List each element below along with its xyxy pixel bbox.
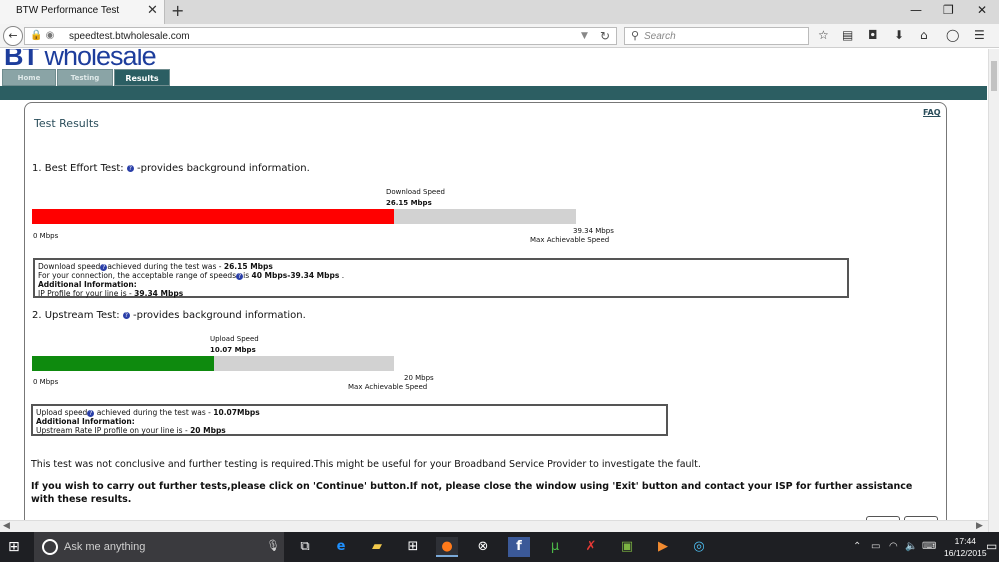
task-view-icon[interactable]: ⧉: [294, 537, 316, 557]
upload-speed-label: Upload Speed: [210, 335, 259, 343]
upload-speed-value: 10.07 Mbps: [210, 346, 256, 354]
file-explorer-icon[interactable]: ▰: [366, 537, 388, 557]
header-bar: [0, 86, 987, 100]
pocket-icon[interactable]: ◘: [868, 28, 878, 42]
volume-icon[interactable]: 🔈: [905, 541, 917, 552]
scroll-left-icon[interactable]: ◀: [3, 521, 10, 531]
notifications-icon[interactable]: ▭: [986, 539, 997, 553]
cortana-placeholder: Ask me anything: [64, 541, 146, 553]
restore-button[interactable]: ❐: [943, 3, 954, 17]
download-speed-label: Download Speed: [386, 188, 445, 196]
tab-close-icon[interactable]: ✕: [147, 3, 158, 18]
download-info-line-2: For your connection, the acceptable rang…: [38, 271, 345, 280]
tray-expand-icon[interactable]: ⌃: [853, 541, 861, 552]
download-speed-bar: [32, 209, 576, 224]
firefox-icon[interactable]: ●: [436, 537, 458, 557]
site-identity-icon[interactable]: 🔒 ◉: [30, 30, 54, 41]
facebook-icon[interactable]: f: [508, 537, 530, 557]
nav-tab-results[interactable]: Results: [114, 69, 170, 86]
search-placeholder: Search: [644, 31, 676, 42]
horizontal-scrollbar[interactable]: ◀ ▶: [0, 520, 988, 532]
help-icon[interactable]: ?: [122, 311, 130, 319]
instruction-text: If you wish to carry out further tests,p…: [31, 481, 913, 505]
store-icon[interactable]: ⊞: [402, 537, 424, 557]
menu-icon[interactable]: ☰: [974, 28, 985, 42]
cortana-icon: [42, 539, 58, 555]
minimize-button[interactable]: —: [910, 3, 922, 17]
upload-min-label: 0 Mbps: [33, 378, 59, 386]
page-content: BT wholesale Home Testing Results Test R…: [0, 49, 987, 520]
vertical-scroll-thumb[interactable]: [991, 61, 997, 91]
download-info-line-1: Download speed? achieved during the test …: [38, 262, 273, 271]
clock[interactable]: 17:44 16/12/2015: [944, 535, 987, 559]
app-icon-green[interactable]: ▣: [616, 537, 638, 557]
star-icon[interactable]: ☆: [818, 28, 829, 42]
reading-list-icon[interactable]: ▤: [842, 28, 853, 42]
keyboard-icon[interactable]: ⌨: [922, 541, 936, 552]
nav-tab-home[interactable]: Home: [2, 69, 56, 86]
window-close-button[interactable]: ✕: [977, 3, 987, 17]
search-input[interactable]: ⚲ Search: [624, 27, 809, 45]
cortana-search-box[interactable]: Ask me anything 🎙: [34, 532, 284, 562]
download-speed-value: 26.15 Mbps: [386, 199, 432, 207]
edge-icon[interactable]: e: [330, 537, 352, 557]
app-icon-red[interactable]: ✗: [580, 537, 602, 557]
page-title: Test Results: [34, 117, 99, 130]
vertical-scrollbar[interactable]: [988, 49, 999, 532]
media-player-icon[interactable]: ▶: [652, 537, 674, 557]
help-icon[interactable]: ?: [126, 164, 134, 172]
download-icon[interactable]: ⬇: [894, 28, 904, 42]
clock-time: 17:44: [954, 536, 976, 546]
download-max-label: Max Achievable Speed: [530, 236, 610, 244]
upload-info-line-3: Upstream Rate IP profile on your line is…: [36, 426, 226, 435]
scroll-right-icon[interactable]: ▶: [976, 521, 983, 531]
download-info-box: Download speed? achieved during the test …: [33, 258, 849, 298]
clock-date: 16/12/2015: [944, 548, 987, 558]
upload-info-additional: Additional Information:: [36, 417, 135, 426]
nav-tab-testing[interactable]: Testing: [57, 69, 113, 86]
xbox-icon[interactable]: ⊗: [472, 537, 494, 557]
utorrent-icon[interactable]: µ: [544, 537, 566, 557]
upload-info-line-1: Upload speed? achieved during the test w…: [36, 408, 260, 417]
url-bar[interactable]: 🔒 ◉ speedtest.btwholesale.com ▼ ↻: [24, 27, 617, 45]
download-min-label: 0 Mbps: [33, 232, 59, 240]
back-button[interactable]: ←: [3, 26, 23, 46]
download-info-additional: Additional Information:: [38, 280, 137, 289]
url-dropdown-icon[interactable]: ▼: [581, 31, 588, 41]
conclusion-text: This test was not conclusive and further…: [31, 459, 701, 470]
home-icon[interactable]: ⌂: [920, 28, 928, 42]
battery-icon[interactable]: ▭: [871, 541, 880, 552]
download-speed-bar-fill: [32, 209, 394, 224]
new-tab-button[interactable]: +: [171, 1, 184, 20]
best-effort-heading: 1. Best Effort Test: ? -provides backgro…: [32, 163, 310, 174]
chat-icon[interactable]: ◯: [946, 28, 959, 42]
url-text[interactable]: speedtest.btwholesale.com: [69, 31, 190, 42]
upload-speed-bar: [32, 356, 394, 371]
browser-tab[interactable]: BTW Performance Test ✕: [0, 0, 165, 24]
download-max-value: 39.34 Mbps: [573, 227, 614, 235]
upload-max-value: 20 Mbps: [404, 374, 434, 382]
download-info-line-4: IP Profile for your line is - 39.34 Mbps: [38, 289, 184, 298]
faq-link[interactable]: FAQ: [923, 108, 941, 117]
tab-title: BTW Performance Test: [16, 5, 120, 16]
upload-max-label: Max Achievable Speed: [348, 383, 428, 391]
upload-info-box: Upload speed? achieved during the test w…: [31, 404, 668, 436]
browser-nav-bar: ← 🔒 ◉ speedtest.btwholesale.com ▼ ↻ ⚲ Se…: [0, 24, 999, 48]
upstream-heading: 2. Upstream Test: ? -provides background…: [32, 310, 306, 321]
browser-tab-strip: BTW Performance Test ✕ + — ❐ ✕: [0, 0, 999, 24]
upload-speed-bar-fill: [32, 356, 215, 371]
wifi-icon[interactable]: ◠: [889, 541, 898, 552]
search-icon: ⚲: [631, 29, 640, 42]
reload-icon[interactable]: ↻: [600, 29, 610, 43]
windows-taskbar: ⊞ Ask me anything 🎙 ⧉ e ▰ ⊞ ● ⊗ f µ ✗ ▣ …: [0, 532, 999, 562]
microphone-icon[interactable]: 🎙: [266, 539, 280, 552]
app-icon-blue[interactable]: ◎: [688, 537, 710, 557]
windows-start-icon[interactable]: ⊞: [8, 539, 20, 555]
